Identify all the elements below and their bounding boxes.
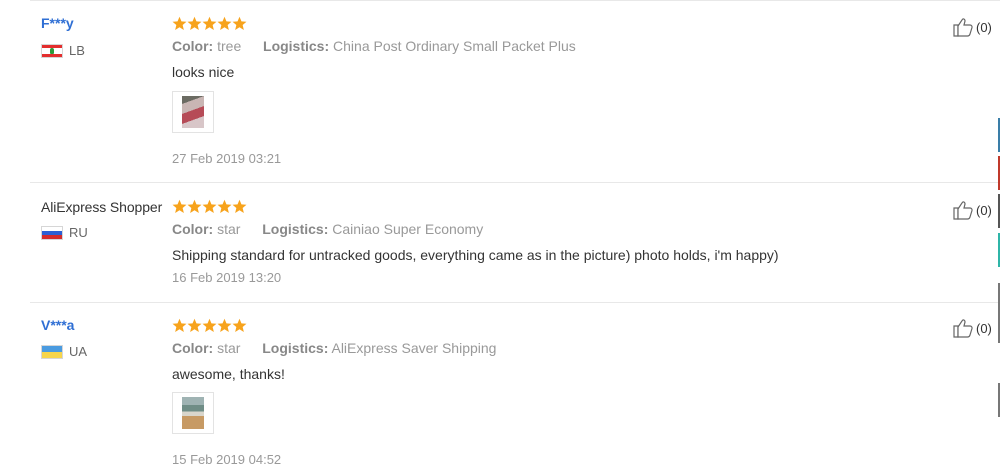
star-icon [172, 199, 187, 213]
lebanon-flag-icon [41, 43, 63, 58]
helpful-count: (0) [976, 202, 992, 218]
review-date: 27 Feb 2019 03:21 [172, 151, 282, 166]
review-meta: Color: star Logistics: Cainiao Super Eco… [172, 221, 483, 237]
logistics-value: AliExpress Saver Shipping [331, 340, 497, 356]
country-code: UA [69, 344, 88, 359]
helpful-count: (0) [976, 320, 992, 336]
review-text: Shipping standard for untracked goods, e… [172, 247, 779, 263]
star-icon [187, 16, 202, 30]
star-rating [172, 318, 247, 333]
country-code: RU [69, 225, 88, 240]
review-item: F***y LB Color: tree Logistics: China Po… [0, 0, 1000, 183]
star-icon [217, 16, 232, 30]
star-icon [202, 199, 217, 213]
reviewer-name: F***y [41, 15, 74, 31]
helpful-button[interactable]: (0) [952, 199, 992, 221]
star-icon [202, 16, 217, 30]
thumbs-up-icon [953, 18, 973, 37]
reviewer-country: RU [41, 225, 88, 240]
color-value: star [217, 221, 241, 237]
review-text: awesome, thanks! [172, 366, 285, 382]
star-icon [187, 318, 202, 332]
ukraine-flag-icon [41, 344, 63, 359]
star-icon [217, 199, 232, 213]
review-photo-thumbnail[interactable] [172, 91, 214, 133]
star-icon [172, 318, 187, 332]
review-meta: Color: star Logistics: AliExpress Saver … [172, 340, 496, 356]
star-icon [187, 199, 202, 213]
color-label: Color: [172, 340, 214, 356]
logistics-value: China Post Ordinary Small Packet Plus [333, 38, 576, 54]
russia-flag-icon [41, 225, 63, 240]
color-label: Color: [172, 38, 214, 54]
logistics-value: Cainiao Super Economy [332, 221, 484, 237]
country-code: LB [69, 43, 85, 58]
thumbs-up-icon [953, 201, 973, 220]
helpful-button[interactable]: (0) [952, 16, 992, 38]
color-value: tree [217, 38, 242, 54]
review-date: 16 Feb 2019 13:20 [172, 270, 282, 285]
color-value: star [217, 340, 241, 356]
helpful-button[interactable]: (0) [952, 317, 992, 339]
review-item: AliExpress Shopper RU Color: star Logist… [0, 183, 1000, 303]
review-text: looks nice [172, 64, 235, 80]
star-rating [172, 199, 247, 214]
star-icon [232, 199, 247, 213]
star-icon [217, 318, 232, 332]
reviewer-country: UA [41, 344, 87, 359]
review-date: 15 Feb 2019 04:52 [172, 452, 282, 467]
logistics-label: Logistics: [262, 340, 329, 356]
reviewer-country: LB [41, 43, 85, 58]
thumbs-up-icon [953, 319, 973, 338]
review-meta: Color: tree Logistics: China Post Ordina… [172, 38, 576, 54]
logistics-label: Logistics: [263, 38, 330, 54]
star-icon [172, 16, 187, 30]
helpful-count: (0) [976, 19, 992, 35]
review-item: V***a UA Color: star Logistics: AliExpre… [0, 303, 1000, 469]
review-photo-thumbnail[interactable] [172, 392, 214, 434]
star-icon [232, 318, 247, 332]
color-label: Color: [172, 221, 214, 237]
reviewer-name: V***a [41, 317, 75, 333]
star-rating [172, 16, 247, 31]
star-icon [232, 16, 247, 30]
star-icon [202, 318, 217, 332]
reviewer-name: AliExpress Shopper [41, 199, 163, 215]
logistics-label: Logistics: [262, 221, 329, 237]
